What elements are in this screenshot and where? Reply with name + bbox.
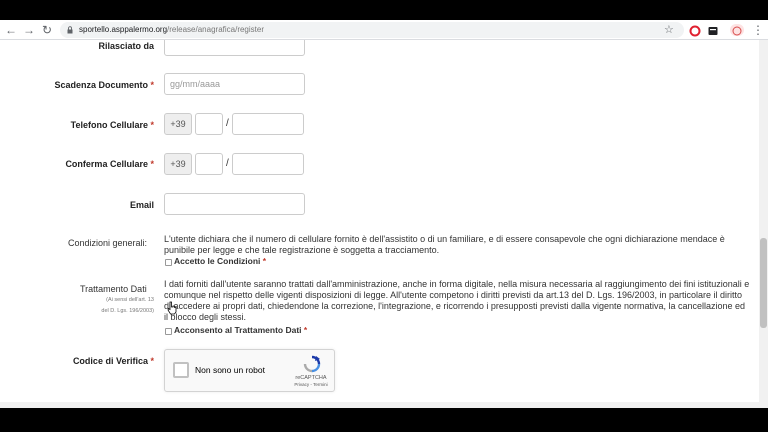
email-label: Email: [129, 200, 154, 210]
top-black-bar: [0, 0, 768, 20]
extension-icon[interactable]: [707, 24, 719, 36]
rilasciato-input[interactable]: [164, 40, 305, 56]
browser-toolbar: ← → ↻ sportello.asppalermo.org/release/a…: [0, 20, 768, 40]
vertical-scrollbar[interactable]: [759, 40, 768, 408]
bottom-black-bar: [0, 408, 768, 432]
url-text: sportello.asppalermo.org/release/anagraf…: [79, 22, 264, 38]
lock-icon: [67, 26, 73, 34]
forward-arrow-icon[interactable]: →: [22, 23, 36, 37]
accetto-label[interactable]: Accetto le Condizioni *: [174, 256, 266, 266]
email-input[interactable]: [164, 193, 305, 215]
conferma-prefix-input[interactable]: [195, 153, 223, 175]
telefono-prefix: +39: [164, 113, 192, 135]
condizioni-text: L'utente dichiara che il numero di cellu…: [164, 234, 725, 255]
acconsento-checkbox[interactable]: [165, 328, 172, 335]
url-host: sportello.asppalermo.org: [79, 25, 168, 34]
conferma-prefix: +39: [164, 153, 192, 175]
trattamento-sub2: del D. Lgs. 196/2003): [101, 308, 154, 314]
accetto-checkbox[interactable]: [165, 259, 172, 266]
profile-avatar-icon[interactable]: [730, 24, 744, 36]
acconsento-label[interactable]: Acconsento al Trattamento Dati *: [174, 325, 307, 335]
hand-cursor-icon: [167, 301, 177, 315]
url-path: /release/anagrafica/register: [167, 25, 264, 34]
condizioni-label: Condizioni generali:: [68, 238, 148, 248]
recaptcha-brand: reCAPTCHA: [295, 375, 327, 381]
telefono-prefix-input[interactable]: [195, 113, 223, 135]
reload-icon[interactable]: ↻: [40, 23, 54, 37]
registration-page: Rilasciato da Scadenza Documento * gg/mm…: [0, 40, 768, 408]
conferma-number-input[interactable]: [232, 153, 304, 175]
scadenza-label: Scadenza Documento *: [54, 80, 154, 90]
scadenza-input[interactable]: gg/mm/aaaa: [164, 73, 305, 95]
scadenza-placeholder: gg/mm/aaaa: [170, 79, 221, 89]
codice-label: Codice di Verifica *: [72, 356, 154, 366]
menu-dots-icon[interactable]: ⋮: [751, 23, 765, 37]
recaptcha-checkbox[interactable]: [173, 362, 189, 378]
recaptcha-widget: Non sono un robot reCAPTCHA Privacy - Te…: [164, 349, 335, 392]
trattamento-label: Trattamento Dati: [80, 284, 147, 294]
telefono-label: Telefono Cellulare *: [70, 120, 154, 130]
telefono-slash: /: [226, 118, 229, 129]
conferma-slash: /: [226, 158, 229, 169]
recaptcha-links[interactable]: Privacy - Termini: [285, 382, 337, 387]
recaptcha-label: Non sono un robot: [195, 365, 265, 375]
address-bar[interactable]: sportello.asppalermo.org/release/anagraf…: [60, 22, 684, 38]
rilasciato-label: Rilasciato da: [98, 41, 154, 51]
telefono-number-input[interactable]: [232, 113, 304, 135]
bookmark-star-icon[interactable]: ☆: [664, 23, 674, 37]
trattamento-text: I dati forniti dall'utente saranno tratt…: [164, 279, 750, 322]
conferma-label: Conferma Cellulare *: [65, 159, 154, 169]
scrollbar-thumb[interactable]: [760, 238, 767, 328]
opera-extension-icon[interactable]: [689, 24, 701, 37]
back-arrow-icon[interactable]: ←: [4, 23, 18, 37]
trattamento-sub1: (Ai sensi dell'art. 13: [106, 297, 154, 303]
recaptcha-logo-icon: [303, 355, 321, 373]
